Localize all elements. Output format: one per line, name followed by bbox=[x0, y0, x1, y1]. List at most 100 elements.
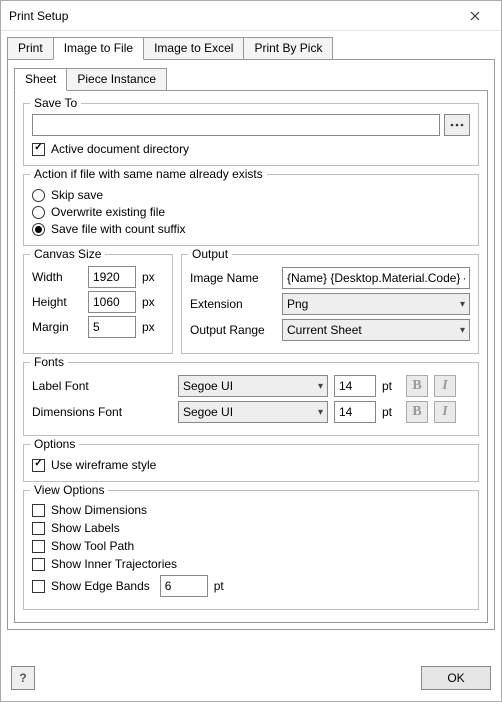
chevron-down-icon: ▾ bbox=[318, 407, 323, 418]
checkbox-icon bbox=[32, 459, 45, 472]
dim-bold-button[interactable]: B bbox=[406, 401, 428, 423]
show-dimensions-label: Show Dimensions bbox=[51, 503, 147, 517]
show-toolpath-checkbox[interactable]: Show Tool Path bbox=[32, 539, 470, 553]
height-unit: px bbox=[142, 295, 155, 309]
label-font-size[interactable] bbox=[334, 375, 376, 397]
radio-overwrite[interactable]: Overwrite existing file bbox=[32, 205, 470, 219]
image-name-label: Image Name bbox=[190, 271, 276, 285]
label-font-unit: pt bbox=[382, 379, 400, 393]
checkbox-icon bbox=[32, 504, 45, 517]
close-icon bbox=[470, 11, 480, 21]
ellipsis-icon bbox=[449, 119, 465, 131]
radio-skip-save[interactable]: Skip save bbox=[32, 188, 470, 202]
margin-unit: px bbox=[142, 320, 155, 334]
tab-sheet[interactable]: Sheet bbox=[14, 68, 67, 91]
browse-button[interactable] bbox=[444, 114, 470, 136]
help-button[interactable]: ? bbox=[11, 666, 35, 690]
window-title: Print Setup bbox=[9, 9, 455, 23]
wireframe-label: Use wireframe style bbox=[51, 458, 156, 472]
checkbox-icon bbox=[32, 580, 45, 593]
checkbox-icon bbox=[32, 143, 45, 156]
label-font-value: Segoe UI bbox=[183, 379, 233, 393]
dim-font-unit: pt bbox=[382, 405, 400, 419]
group-canvas-size: Canvas Size Width px Height px Marg bbox=[23, 254, 173, 354]
dim-font-combo[interactable]: Segoe UI ▾ bbox=[178, 401, 328, 423]
output-range-combo[interactable]: Current Sheet ▾ bbox=[282, 319, 470, 341]
label-bold-button[interactable]: B bbox=[406, 375, 428, 397]
tabs-inner: Sheet Piece Instance bbox=[14, 68, 488, 90]
radio-icon bbox=[32, 189, 45, 202]
show-inner-traj-label: Show Inner Trajectories bbox=[51, 557, 177, 571]
chevron-down-icon: ▾ bbox=[460, 299, 465, 310]
width-input[interactable] bbox=[88, 266, 136, 288]
legend-options: Options bbox=[30, 437, 79, 451]
legend-view: View Options bbox=[30, 483, 108, 497]
label-font-label: Label Font bbox=[32, 379, 172, 393]
save-path-input[interactable] bbox=[32, 114, 440, 136]
active-directory-checkbox[interactable]: Active document directory bbox=[32, 142, 470, 156]
edge-bands-unit: pt bbox=[214, 579, 224, 593]
radio-icon bbox=[32, 223, 45, 236]
label-italic-button[interactable]: I bbox=[434, 375, 456, 397]
show-edge-bands-label: Show Edge Bands bbox=[51, 579, 150, 593]
height-label: Height bbox=[32, 295, 82, 309]
tab-print[interactable]: Print bbox=[7, 37, 54, 60]
tabs-outer: Print Image to File Image to Excel Print… bbox=[7, 37, 495, 59]
show-labels-label: Show Labels bbox=[51, 521, 120, 535]
radio-count-suffix[interactable]: Save file with count suffix bbox=[32, 222, 470, 236]
radio-count-label: Save file with count suffix bbox=[51, 222, 186, 236]
tabpanel-outer: Sheet Piece Instance Save To Active d bbox=[7, 59, 495, 630]
tab-image-to-file[interactable]: Image to File bbox=[53, 37, 144, 60]
show-inner-traj-checkbox[interactable]: Show Inner Trajectories bbox=[32, 557, 470, 571]
tab-piece-instance[interactable]: Piece Instance bbox=[66, 68, 167, 91]
tab-print-by-pick[interactable]: Print By Pick bbox=[243, 37, 333, 60]
label-font-combo[interactable]: Segoe UI ▾ bbox=[178, 375, 328, 397]
titlebar: Print Setup bbox=[1, 1, 501, 31]
ok-button[interactable]: OK bbox=[421, 666, 491, 690]
show-labels-checkbox[interactable]: Show Labels bbox=[32, 521, 470, 535]
wireframe-checkbox[interactable]: Use wireframe style bbox=[32, 458, 470, 472]
group-action: Action if file with same name already ex… bbox=[23, 174, 479, 246]
checkbox-icon bbox=[32, 558, 45, 571]
margin-label: Margin bbox=[32, 320, 82, 334]
group-save-to: Save To Active document directory bbox=[23, 103, 479, 166]
group-output: Output Image Name Extension Png ▾ bbox=[181, 254, 479, 354]
dim-font-value: Segoe UI bbox=[183, 405, 233, 419]
extension-label: Extension bbox=[190, 297, 276, 311]
close-button[interactable] bbox=[455, 2, 495, 30]
print-setup-window: Print Setup Print Image to File Image to… bbox=[0, 0, 502, 702]
radio-icon bbox=[32, 206, 45, 219]
width-unit: px bbox=[142, 270, 155, 284]
legend-save-to: Save To bbox=[30, 96, 81, 110]
active-directory-label: Active document directory bbox=[51, 142, 189, 156]
dim-font-label: Dimensions Font bbox=[32, 405, 172, 419]
width-label: Width bbox=[32, 270, 82, 284]
extension-value: Png bbox=[287, 297, 308, 311]
radio-overwrite-label: Overwrite existing file bbox=[51, 205, 165, 219]
extension-combo[interactable]: Png ▾ bbox=[282, 293, 470, 315]
height-input[interactable] bbox=[88, 291, 136, 313]
dim-font-size[interactable] bbox=[334, 401, 376, 423]
dim-italic-button[interactable]: I bbox=[434, 401, 456, 423]
checkbox-icon bbox=[32, 522, 45, 535]
show-dimensions-checkbox[interactable]: Show Dimensions bbox=[32, 503, 470, 517]
radio-skip-label: Skip save bbox=[51, 188, 103, 202]
checkbox-icon bbox=[32, 540, 45, 553]
group-view-options: View Options Show Dimensions Show Labels… bbox=[23, 490, 479, 610]
tab-image-to-excel[interactable]: Image to Excel bbox=[143, 37, 244, 60]
edge-bands-value[interactable] bbox=[160, 575, 208, 597]
show-toolpath-label: Show Tool Path bbox=[51, 539, 134, 553]
margin-input[interactable] bbox=[88, 316, 136, 338]
group-options: Options Use wireframe style bbox=[23, 444, 479, 482]
legend-output: Output bbox=[188, 247, 232, 261]
chevron-down-icon: ▾ bbox=[460, 325, 465, 336]
footer: ? OK bbox=[1, 661, 501, 701]
output-range-label: Output Range bbox=[190, 323, 276, 337]
output-range-value: Current Sheet bbox=[287, 323, 362, 337]
ok-label: OK bbox=[447, 671, 464, 685]
legend-fonts: Fonts bbox=[30, 355, 68, 369]
legend-canvas: Canvas Size bbox=[30, 247, 105, 261]
group-fonts: Fonts Label Font Segoe UI ▾ pt B I Dimen bbox=[23, 362, 479, 436]
show-edge-bands-checkbox[interactable]: Show Edge Bands pt bbox=[32, 575, 470, 597]
image-name-input[interactable] bbox=[282, 267, 470, 289]
